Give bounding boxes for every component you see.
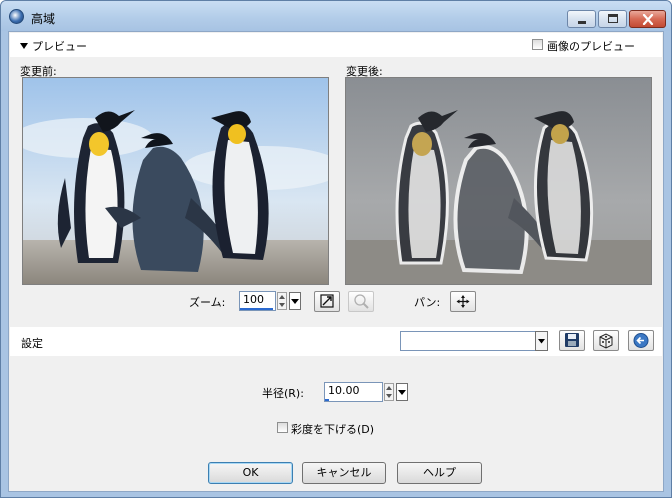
- after-image[interactable]: [345, 77, 652, 285]
- image-preview-label: 画像のプレビュー: [547, 40, 635, 53]
- preset-dropdown-button[interactable]: [535, 331, 548, 351]
- preview-header[interactable]: プレビュー 画像のプレビュー: [10, 33, 662, 57]
- radius-dropdown-button[interactable]: [396, 383, 408, 401]
- chevron-down-icon: [398, 390, 406, 395]
- preview-title: プレビュー: [32, 40, 87, 53]
- maximize-button[interactable]: [598, 10, 627, 28]
- app-icon: [9, 9, 24, 24]
- zoom-dropdown-button[interactable]: [289, 292, 301, 310]
- desaturate-label: 彩度を下げる(D): [291, 423, 375, 436]
- save-floppy-icon: [565, 333, 579, 347]
- close-icon: [642, 14, 654, 25]
- reset-button[interactable]: [628, 330, 654, 351]
- pan-move-icon: [456, 295, 470, 308]
- fit-window-icon: [320, 294, 334, 308]
- zoom-actual-button[interactable]: [348, 291, 374, 312]
- preset-combobox[interactable]: [400, 331, 548, 351]
- dice-icon: [599, 333, 613, 349]
- random-button[interactable]: [593, 330, 619, 351]
- desaturate-checkbox[interactable]: [277, 422, 288, 433]
- image-preview-checkbox[interactable]: [532, 39, 543, 50]
- pan-button[interactable]: [450, 291, 476, 312]
- zoom-spinner[interactable]: [277, 292, 287, 310]
- window-title: 高域: [31, 12, 56, 26]
- minimize-icon: [578, 21, 586, 24]
- settings-bar: 設定: [10, 327, 662, 356]
- dialog-client: プレビュー 画像のプレビュー 変更前: 変更後: ズーム: 100 パン: 設定…: [8, 31, 664, 492]
- title-bar[interactable]: 高域: [1, 1, 671, 31]
- maximize-icon: [608, 14, 618, 23]
- ok-button[interactable]: OK: [208, 462, 293, 484]
- radius-input[interactable]: 10.00: [324, 382, 383, 402]
- settings-label: 設定: [21, 337, 43, 350]
- minimize-button[interactable]: [567, 10, 596, 28]
- help-button[interactable]: ヘルプ: [397, 462, 482, 484]
- zoom-actual-icon: [354, 294, 369, 309]
- chevron-down-icon: [538, 339, 545, 344]
- radius-spinner[interactable]: [384, 383, 394, 401]
- pan-label: パン:: [414, 296, 441, 309]
- before-image[interactable]: [22, 77, 329, 285]
- fit-window-button[interactable]: [314, 291, 340, 312]
- radius-label: 半径(R):: [262, 387, 304, 400]
- collapse-arrow-icon[interactable]: [20, 43, 28, 49]
- reset-arrow-icon: [633, 333, 649, 348]
- close-button[interactable]: [629, 10, 666, 28]
- zoom-label: ズーム:: [189, 296, 226, 309]
- cancel-button[interactable]: キャンセル: [302, 462, 386, 484]
- save-preset-button[interactable]: [559, 330, 585, 351]
- dialog-window: 高域 プレビュー 画像のプレビュー 変更前: 変更後: ズーム: 100 パン:…: [0, 0, 672, 498]
- zoom-input[interactable]: 100: [239, 291, 276, 311]
- chevron-down-icon: [291, 299, 299, 304]
